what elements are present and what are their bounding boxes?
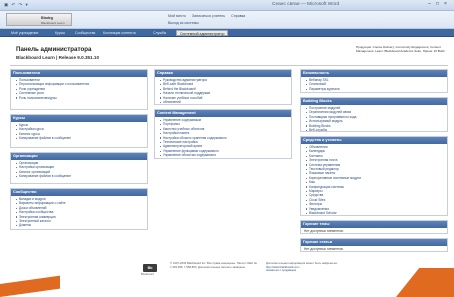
tools-utilities-module: Средства и утилиты Объявления Календарь … xyxy=(300,136,448,216)
courses-module: Курсы Курсы Настройки курса Каталог курс… xyxy=(10,114,148,148)
users-link[interactable]: Роль пользователя/курсы xyxy=(16,96,147,100)
users-module-header: Пользователи xyxy=(11,70,147,77)
content-management-module: Content Management Управление содержимым… xyxy=(154,109,292,159)
maximize-icon[interactable]: □ xyxy=(434,1,441,8)
organizations-link[interactable]: Копирование файлов в сообщение xyxy=(16,174,147,178)
page-header: Панель администратора Blackboard Learn |… xyxy=(10,44,448,66)
community-module-header: Сообщество xyxy=(11,189,147,196)
community-module: Сообщество Вкладки и модули Варианты инф… xyxy=(10,188,148,230)
security-link[interactable]: Параметры журнала xyxy=(306,87,447,91)
hot-articles-module: Горячие статьи Нет доступных элементов. xyxy=(300,238,448,252)
close-icon[interactable]: × xyxy=(442,1,449,8)
window-title: Сеанс связи — Microsoft Word xyxy=(272,2,340,7)
contact-seller-link[interactable]: связаться с продавцом xyxy=(266,268,296,272)
page-subtitle: Blackboard Learn | Release 9.0.351.10 xyxy=(16,55,99,60)
courses-link[interactable]: Копирование файлов в сообщение xyxy=(16,136,147,140)
header-link-help[interactable]: Справка xyxy=(231,14,245,18)
logout-link[interactable]: Выход из системы xyxy=(168,21,199,25)
header-banner: Bladeg Blackboard Learn Мой место Записа… xyxy=(0,11,454,29)
accent-bar-left xyxy=(0,275,60,297)
copyright-text: © 1997-2009 Blackboard Inc. Все права за… xyxy=(170,261,257,269)
blackboard-logo[interactable]: Bb xyxy=(143,264,157,272)
hot-articles-header: Горячие статьи xyxy=(301,239,447,246)
building-blocks-module: Building Blocks Построение модулей Огран… xyxy=(300,97,448,132)
help-link[interactable]: обновлений xyxy=(160,100,291,104)
app-window: ▣ ↶ ↷ ▾ Сеанс связи — Microsoft Word – □… xyxy=(0,0,454,297)
tools-utilities-header: Средства и утилиты xyxy=(301,137,447,144)
tab-communities[interactable]: Сообщества xyxy=(72,30,98,36)
logo-subtitle: Blackboard Learn xyxy=(41,20,65,25)
help-module: Справка Руководство администратора Веб-с… xyxy=(154,69,292,105)
hot-topics-header: Горячие темы xyxy=(301,221,447,228)
organizations-module-header: Организации xyxy=(11,153,147,160)
help-module-header: Справка xyxy=(155,70,291,77)
product-info: Продукция: Course Delivery, Community En… xyxy=(356,45,445,53)
contact-block: Дополнительная информация может быть най… xyxy=(266,261,356,273)
tab-services[interactable]: Службы xyxy=(150,30,169,36)
blackboard-caption: Blackboard xyxy=(141,273,154,276)
header-link-my-place[interactable]: Мой место xyxy=(168,14,186,18)
header-link-enroll[interactable]: Записаться учитель xyxy=(192,14,225,18)
content-management-link[interactable]: Управление областью содержимого xyxy=(160,153,291,157)
admin-panel-content: Пользователи Пользователи Персонализация… xyxy=(10,66,448,256)
security-module: Безопасность Вебинар SSL Сеансовый Парам… xyxy=(300,69,448,93)
building-blocks-header: Building Blocks xyxy=(301,98,447,105)
courses-module-header: Курсы xyxy=(11,115,147,122)
quick-access-toolbar[interactable]: ▣ ↶ ↷ ▾ xyxy=(4,2,29,8)
minimize-icon[interactable]: – xyxy=(426,1,433,8)
community-link[interactable]: Домены xyxy=(16,223,147,227)
organizations-module: Организации Организации Настройки органи… xyxy=(10,152,148,184)
hot-topics-empty: Нет доступных элементов. xyxy=(304,229,344,233)
hot-topics-module: Горячие темы Нет доступных элементов. xyxy=(300,220,448,234)
tools-link[interactable]: Blackboard Scholar xyxy=(306,211,447,215)
logo-title: Bladeg xyxy=(41,16,53,20)
main-tab-bar: Моё учреждение Курсы Сообщества Коллекци… xyxy=(0,29,454,37)
page-title: Панель администратора xyxy=(16,46,92,53)
users-module: Пользователи Пользователи Персонализация… xyxy=(10,69,148,110)
content-management-header: Content Management xyxy=(155,110,291,117)
header-links: Мой место Записаться учитель Справка xyxy=(168,14,250,18)
institution-logo[interactable]: Bladeg Blackboard Learn xyxy=(6,13,72,26)
tab-courses[interactable]: Курсы xyxy=(52,30,68,36)
page-footer: Bb Blackboard © 1997-2009 Blackboard Inc… xyxy=(10,258,448,284)
security-module-header: Безопасность xyxy=(301,70,447,77)
hot-articles-empty: Нет доступных элементов. xyxy=(304,247,344,251)
tab-system-admin[interactable]: Системный администратор xyxy=(176,30,229,36)
title-bar: ▣ ↶ ↷ ▾ Сеанс связи — Microsoft Word – □… xyxy=(0,0,454,11)
tab-my-institution[interactable]: Моё учреждение xyxy=(8,30,41,36)
building-blocks-link[interactable]: Веб-службы xyxy=(306,128,447,132)
tab-content-collection[interactable]: Коллекция контента xyxy=(100,30,139,36)
